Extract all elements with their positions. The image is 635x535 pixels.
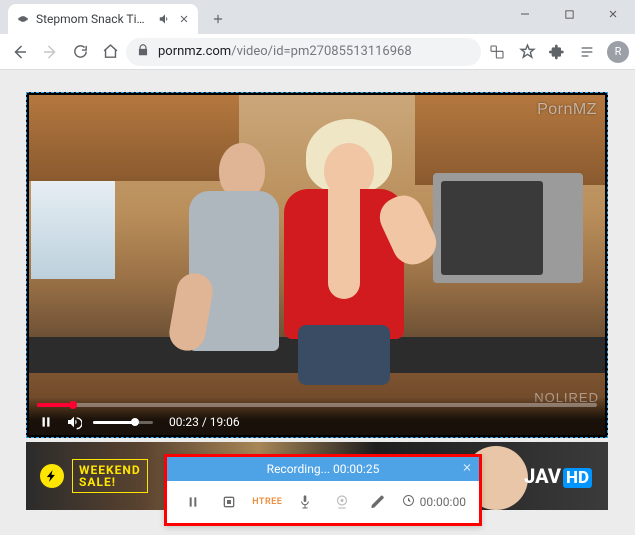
profile-avatar[interactable]: R bbox=[607, 41, 629, 63]
browser-toolbar: pornmz.com/video/id=pm27085513116968 R bbox=[0, 34, 635, 70]
scene-decoration bbox=[254, 125, 414, 395]
recorder-annotate-button[interactable] bbox=[365, 489, 391, 515]
audio-playing-icon[interactable] bbox=[158, 12, 172, 26]
lightning-icon bbox=[40, 464, 64, 488]
url-text: pornmz.com/video/id=pm27085513116968 bbox=[158, 44, 471, 59]
reading-list-button[interactable] bbox=[573, 38, 601, 66]
bookmark-button[interactable] bbox=[513, 38, 541, 66]
tab-close-button[interactable] bbox=[178, 13, 190, 25]
window-titlebar: Stepmom Snack Time porn - … bbox=[0, 0, 635, 34]
avatar-initial: R bbox=[615, 45, 622, 58]
recorder-header[interactable]: Recording... 00:00:25 bbox=[167, 457, 479, 481]
translate-button[interactable] bbox=[483, 38, 511, 66]
promo-badge: WEEKEND SALE! bbox=[40, 459, 148, 493]
video-progress-bar[interactable] bbox=[37, 403, 597, 407]
video-player[interactable]: PornMZ NOLIRED 00:23 / 19: bbox=[29, 95, 605, 435]
window-minimize-button[interactable] bbox=[503, 0, 547, 28]
scene-decoration bbox=[433, 173, 583, 283]
recorder-close-button[interactable] bbox=[461, 462, 473, 477]
recorder-status-text: Recording... 00:00:25 bbox=[267, 462, 380, 476]
recorder-tool-label[interactable]: HTREE bbox=[252, 497, 282, 507]
browser-tab[interactable]: Stepmom Snack Time porn - … bbox=[8, 4, 198, 34]
site-lock-icon[interactable] bbox=[136, 43, 150, 60]
brand-logo: JAVHD bbox=[524, 464, 592, 488]
nav-reload-button[interactable] bbox=[66, 38, 94, 66]
window-controls bbox=[503, 0, 635, 28]
window-maximize-button[interactable] bbox=[547, 0, 591, 28]
video-controls: 00:23 / 19:06 bbox=[29, 397, 605, 435]
promo-line-2: SALE! bbox=[79, 476, 141, 488]
screen-recorder-panel[interactable]: Recording... 00:00:25 HTREE bbox=[164, 454, 482, 526]
recorder-webcam-button[interactable] bbox=[329, 489, 355, 515]
address-bar[interactable]: pornmz.com/video/id=pm27085513116968 bbox=[126, 38, 481, 66]
video-time-label: 00:23 / 19:06 bbox=[169, 415, 240, 429]
window-close-button[interactable] bbox=[591, 0, 635, 28]
volume-button[interactable] bbox=[65, 413, 83, 431]
recorder-microphone-button[interactable] bbox=[292, 489, 318, 515]
tab-title: Stepmom Snack Time porn - … bbox=[36, 12, 152, 26]
nav-forward-button bbox=[36, 38, 64, 66]
clock-icon bbox=[401, 493, 416, 511]
recorder-toolbar: HTREE 00:00:00 bbox=[167, 481, 479, 523]
extensions-button[interactable] bbox=[543, 38, 571, 66]
nav-back-button[interactable] bbox=[6, 38, 34, 66]
tab-favicon bbox=[16, 12, 30, 26]
new-tab-button[interactable] bbox=[204, 5, 232, 33]
recorder-stop-button[interactable] bbox=[216, 489, 242, 515]
recorder-pause-button[interactable] bbox=[180, 489, 206, 515]
recorder-elapsed: 00:00:00 bbox=[401, 493, 466, 511]
recording-selection[interactable]: PornMZ NOLIRED 00:23 / 19: bbox=[26, 92, 608, 438]
page-content: PornMZ NOLIRED 00:23 / 19: bbox=[0, 70, 635, 535]
scene-decoration bbox=[31, 181, 115, 279]
recorder-elapsed-label: 00:00:00 bbox=[420, 495, 466, 509]
video-watermark-top: PornMZ bbox=[537, 101, 597, 119]
pause-button[interactable] bbox=[37, 413, 55, 431]
volume-slider[interactable] bbox=[93, 421, 153, 424]
nav-home-button[interactable] bbox=[96, 38, 124, 66]
